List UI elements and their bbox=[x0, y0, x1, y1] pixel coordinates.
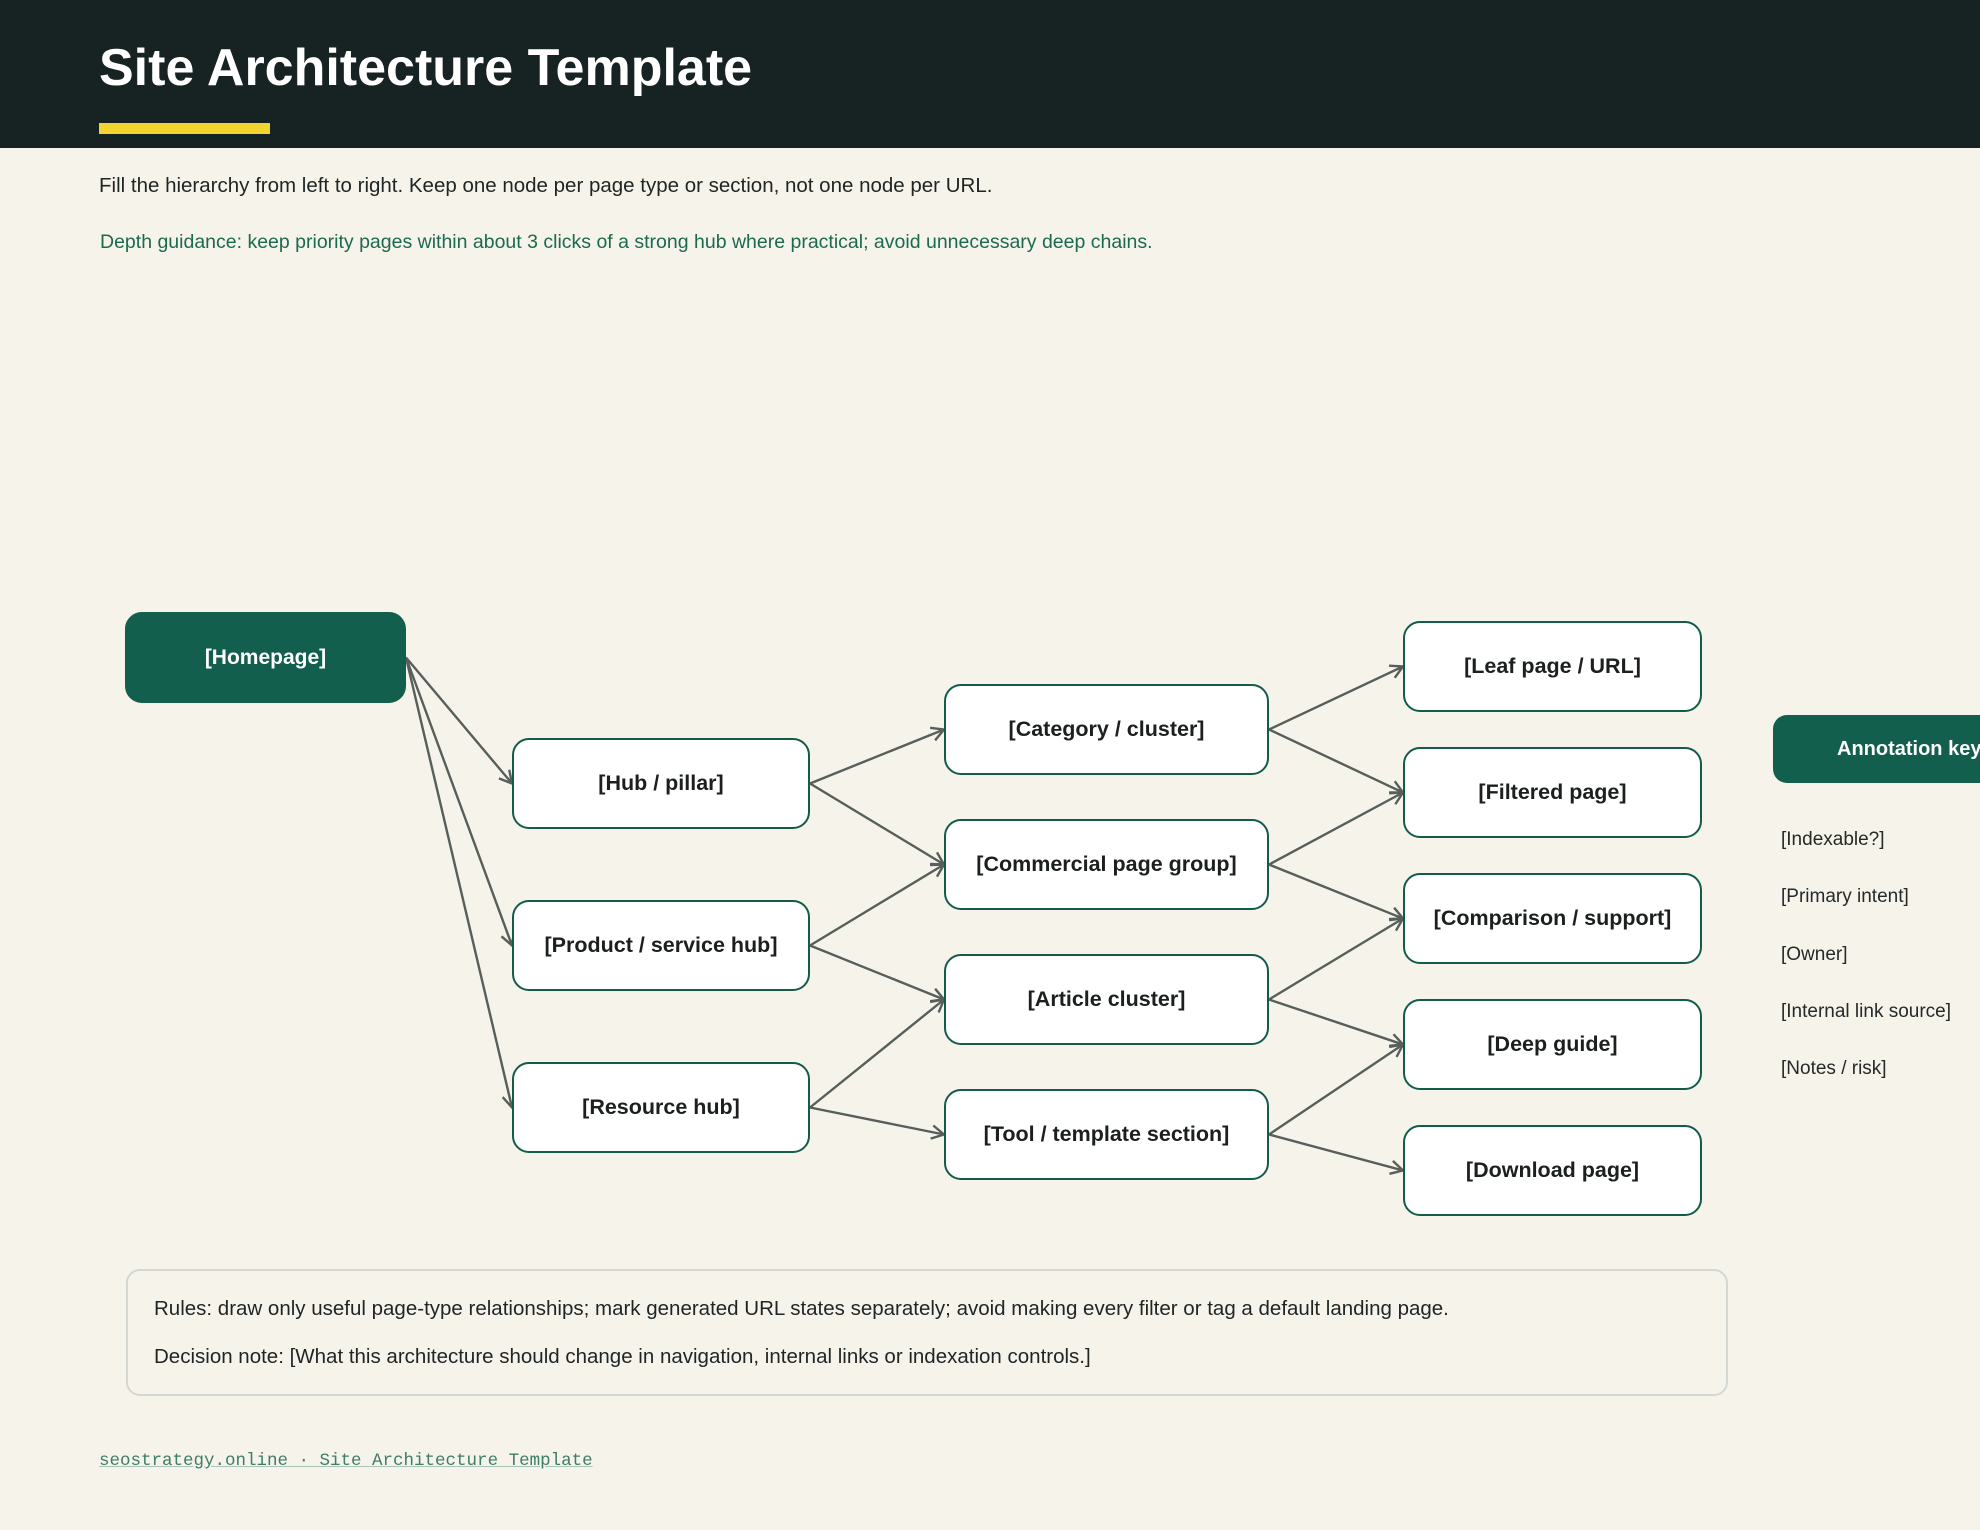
node-leaf-page-url: [Leaf page / URL] bbox=[1403, 621, 1702, 712]
connector-resource_hub-to-tool_template_section bbox=[809, 1106, 945, 1136]
connector-category_cluster-to-filtered_page bbox=[1268, 728, 1404, 794]
node-category-cluster: [Category / cluster] bbox=[944, 684, 1269, 775]
connector-article_cluster-to-comparison_support bbox=[1268, 917, 1404, 1001]
connector-category_cluster-to-leaf_page_url bbox=[1268, 665, 1404, 731]
connector-commercial_page_group-to-filtered_page bbox=[1268, 791, 1404, 866]
connector-tool_template_section-to-download_page bbox=[1268, 1133, 1404, 1172]
connector-homepage-to-product_service_hub bbox=[404, 657, 514, 946]
node-comparison-support: [Comparison / support] bbox=[1403, 873, 1702, 964]
node-deep-guide: [Deep guide] bbox=[1403, 999, 1702, 1090]
annotation-key-item: [Internal link source] bbox=[1781, 1001, 1952, 1022]
node-product-service-hub: [Product / service hub] bbox=[512, 900, 810, 991]
node-hub-pillar: [Hub / pillar] bbox=[512, 738, 810, 829]
annotation-key-header: Annotation key bbox=[1773, 715, 1980, 783]
annotation-key-item: [Indexable?] bbox=[1781, 829, 1885, 850]
node-commercial-page-group: [Commercial page group] bbox=[944, 819, 1269, 910]
connector-hub_pillar-to-category_cluster bbox=[809, 728, 945, 785]
connector-product_service_hub-to-article_cluster bbox=[809, 944, 945, 1001]
connector-product_service_hub-to-commercial_page_group bbox=[809, 863, 945, 947]
node-download-page: [Download page] bbox=[1403, 1125, 1702, 1216]
node-resource-hub: [Resource hub] bbox=[512, 1062, 810, 1153]
node-tool-template-section: [Tool / template section] bbox=[944, 1089, 1269, 1180]
decision-note-text: Decision note: [What this architecture s… bbox=[154, 1345, 1091, 1368]
connector-article_cluster-to-deep_guide bbox=[1268, 998, 1404, 1046]
connector-commercial_page_group-to-comparison_support bbox=[1268, 863, 1404, 920]
annotation-key-item: [Notes / risk] bbox=[1781, 1058, 1887, 1079]
annotation-key-item: [Owner] bbox=[1781, 944, 1848, 965]
connector-homepage-to-resource_hub bbox=[404, 657, 514, 1108]
connector-tool_template_section-to-deep_guide bbox=[1268, 1043, 1404, 1136]
node-filtered-page: [Filtered page] bbox=[1403, 747, 1702, 838]
footer-link[interactable]: seostrategy.online · Site Architecture T… bbox=[99, 1451, 593, 1471]
connector-resource_hub-to-article_cluster bbox=[809, 998, 945, 1109]
annotation-key-item: [Primary intent] bbox=[1781, 886, 1909, 907]
connector-hub_pillar-to-commercial_page_group bbox=[809, 782, 945, 866]
node-article-cluster: [Article cluster] bbox=[944, 954, 1269, 1045]
rules-panel: Rules: draw only useful page-type relati… bbox=[126, 1269, 1728, 1396]
node-homepage: [Homepage] bbox=[125, 612, 406, 703]
rules-text: Rules: draw only useful page-type relati… bbox=[154, 1297, 1449, 1320]
